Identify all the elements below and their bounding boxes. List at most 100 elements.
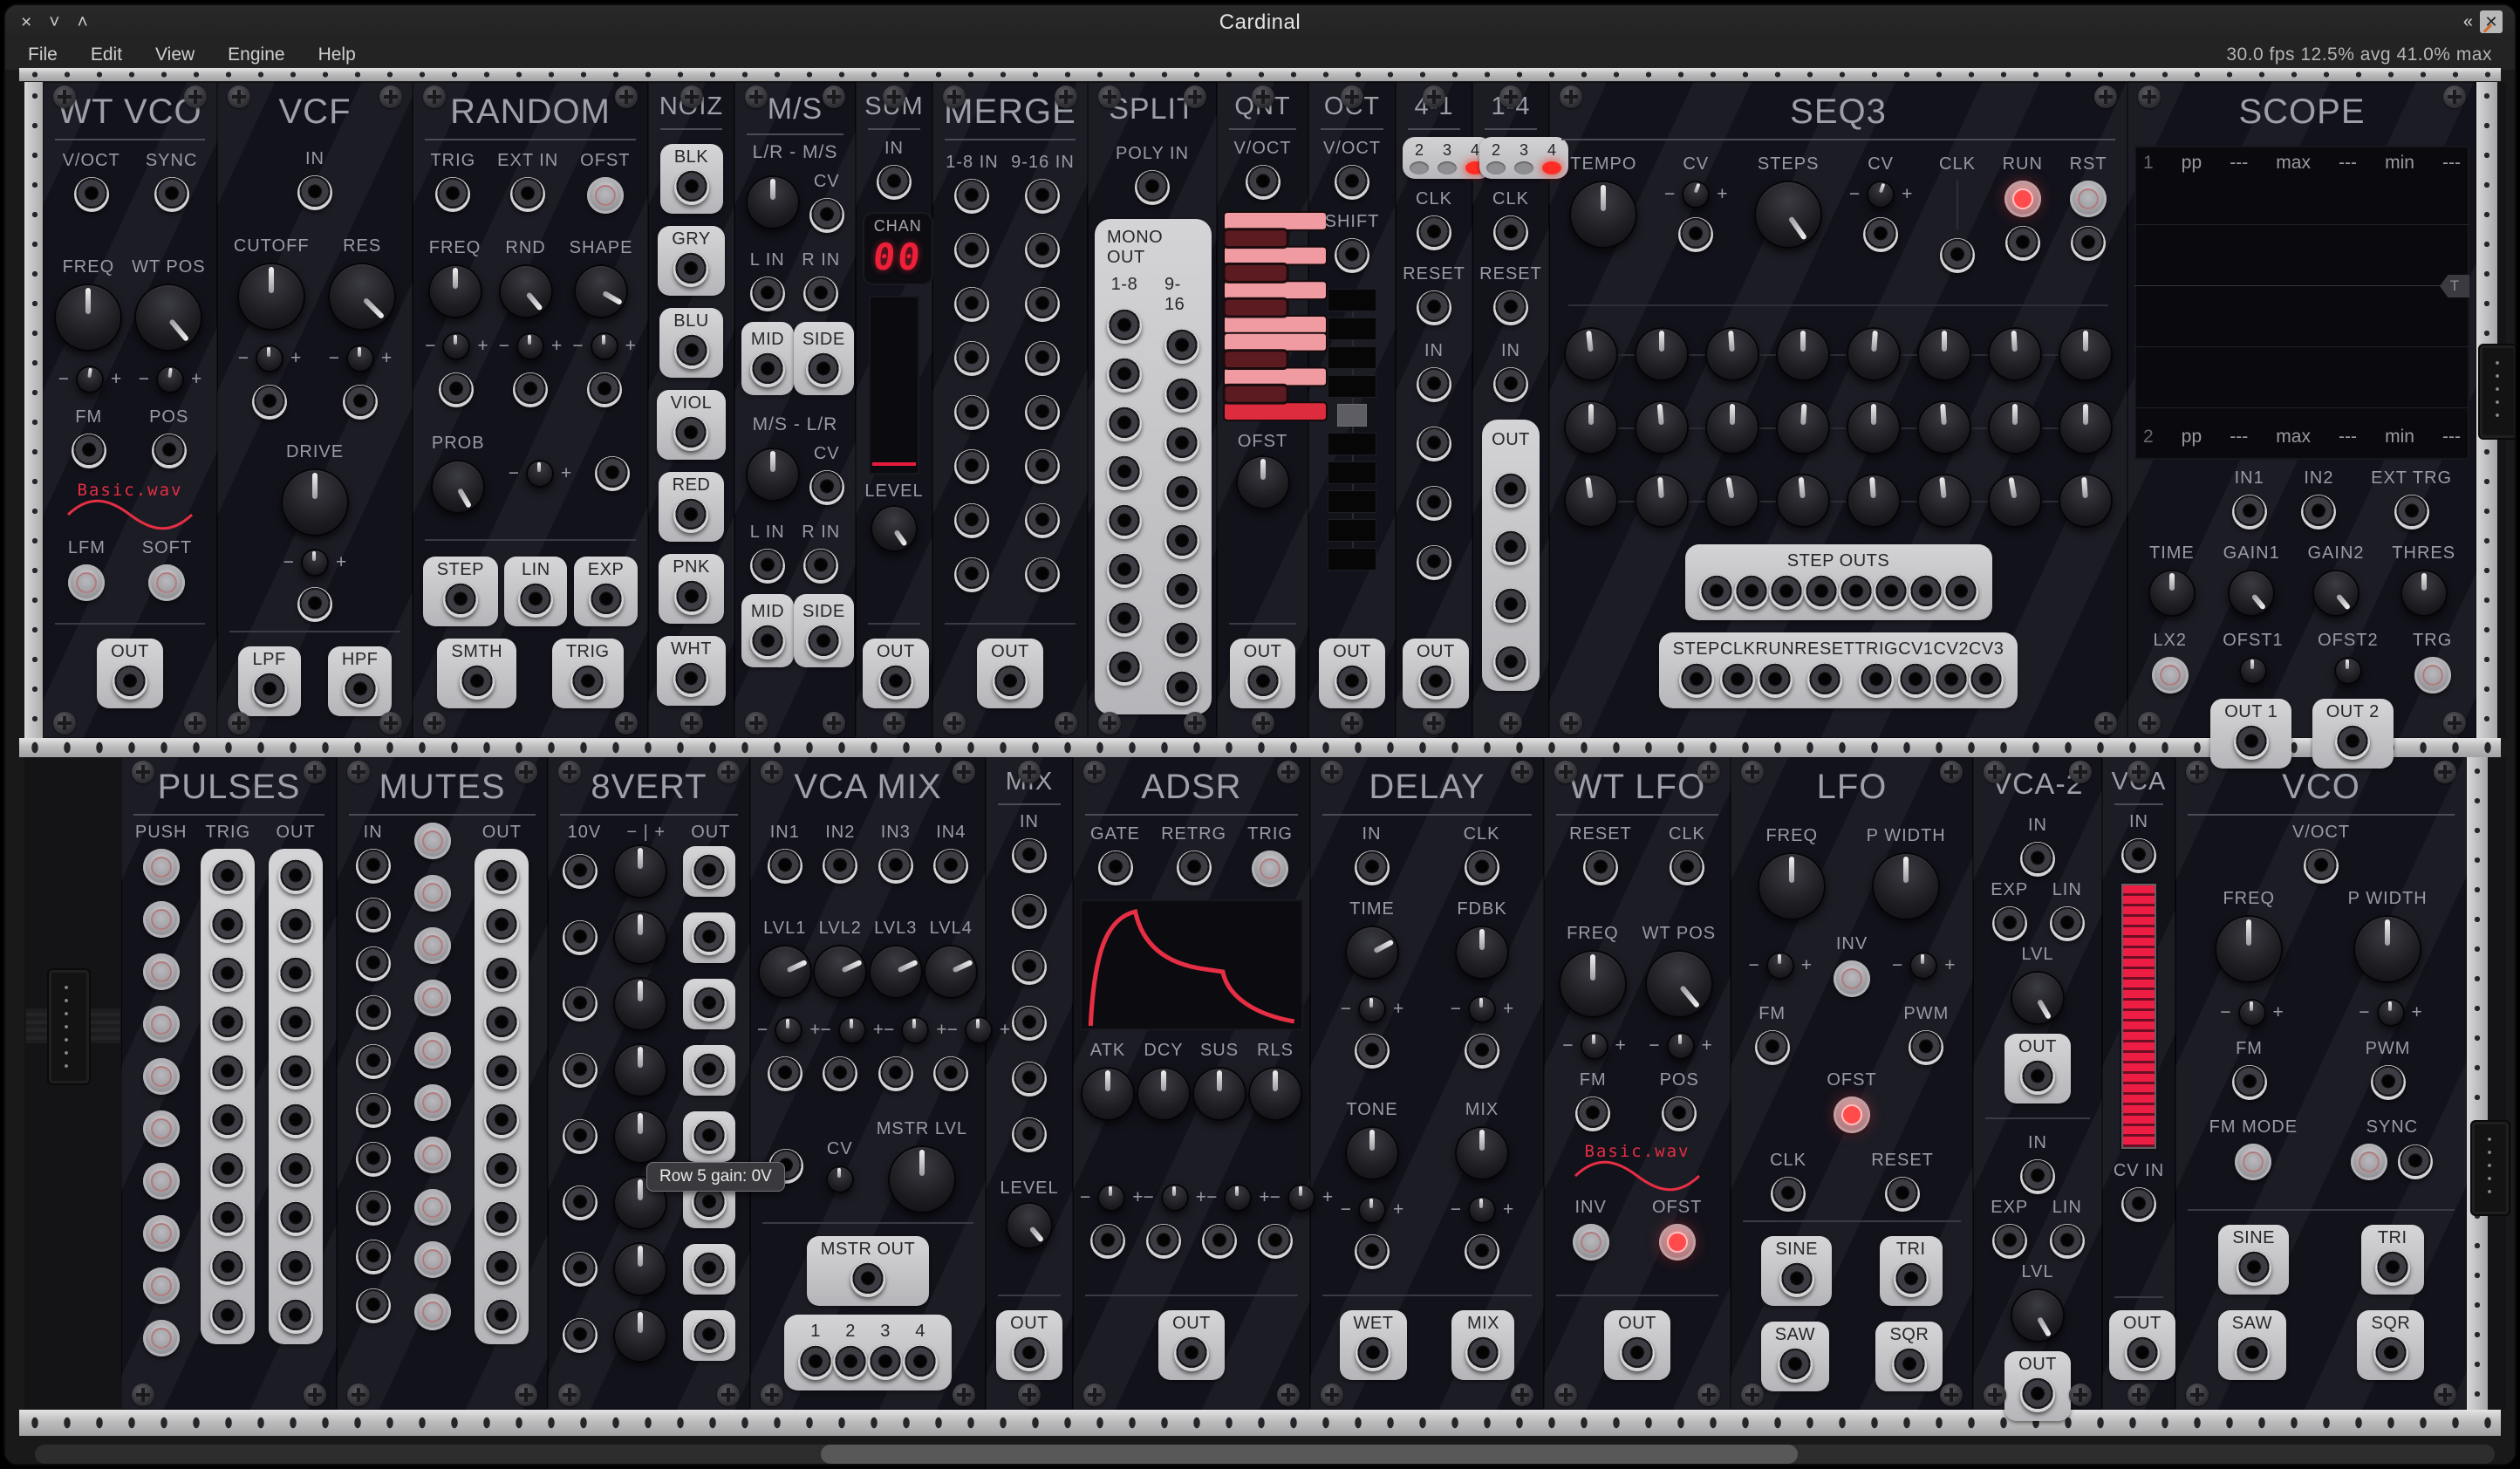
pulses-push-7-button[interactable]	[143, 1163, 180, 1199]
pulses-out-8-jack[interactable]	[278, 1201, 313, 1236]
vca-mix-in3-jack[interactable]	[878, 849, 913, 884]
vca-mix-knob-knob[interactable]	[826, 1165, 854, 1193]
vert8-jack-jack[interactable]	[563, 920, 598, 955]
mutes-btn-2-button[interactable]	[414, 875, 451, 912]
seq3-jack-jack[interactable]	[1943, 575, 1978, 610]
vca-mix-trim-knob[interactable]	[838, 1016, 866, 1044]
pulses-trig-8-jack[interactable]	[210, 1201, 245, 1236]
split-1-8-3-jack[interactable]	[1107, 407, 1142, 441]
vert8-knob-knob[interactable]	[613, 911, 667, 965]
mutes-out-1-jack[interactable]	[484, 859, 519, 894]
mutes-out-3-jack[interactable]	[484, 957, 519, 992]
vert8-knob-knob[interactable]	[613, 977, 667, 1031]
mix41-in-1-jack[interactable]	[1417, 367, 1451, 402]
seq3-knob-knob[interactable]	[1635, 327, 1689, 381]
seq3-trim-knob[interactable]	[1682, 181, 1710, 208]
vert8-knob-knob[interactable]	[613, 1110, 667, 1164]
vco-pwm-jack[interactable]	[2371, 1065, 2406, 1100]
seq3-jack-jack[interactable]	[1678, 217, 1713, 252]
delay-jack-jack[interactable]	[1465, 1034, 1499, 1069]
split-9-16-4-jack[interactable]	[1164, 475, 1199, 510]
mutes-out-2-jack[interactable]	[484, 908, 519, 943]
seq3-knob-knob[interactable]	[1917, 400, 1971, 454]
random-jack-jack[interactable]	[587, 372, 622, 407]
wt-vco-out-jack[interactable]	[113, 665, 147, 700]
vert8-out-jack[interactable]	[692, 1119, 727, 1154]
pulses-trig-6-jack[interactable]	[210, 1103, 245, 1138]
mix41-out-jack[interactable]	[1418, 665, 1453, 700]
vert8-out-jack[interactable]	[692, 1053, 727, 1088]
mutes-btn-8-button[interactable]	[414, 1189, 451, 1226]
ms-side-jack[interactable]	[806, 352, 841, 387]
merge-9-16-in-3-jack[interactable]	[1025, 287, 1060, 322]
lfo-p-width-knob[interactable]	[1872, 852, 1940, 920]
vcf-lpf-jack[interactable]	[252, 673, 287, 707]
menu-item-view[interactable]: View	[155, 44, 195, 65]
mutes-btn-7-button[interactable]	[414, 1137, 451, 1173]
mutes-in-6-jack[interactable]	[356, 1093, 391, 1128]
mix41-reset-jack[interactable]	[1417, 290, 1451, 325]
wt-lfo-out-jack[interactable]	[1620, 1336, 1655, 1371]
random-step-jack[interactable]	[443, 583, 478, 618]
scope-out-1-jack[interactable]	[2234, 725, 2269, 760]
pulses-push-10-button[interactable]	[143, 1320, 180, 1356]
mix41-in-4-jack[interactable]	[1417, 545, 1451, 580]
qnt-v-oct-jack[interactable]	[1246, 165, 1280, 200]
random-rnd-knob[interactable]	[499, 264, 553, 318]
vcf-jack-jack[interactable]	[297, 587, 332, 622]
random-ext-in-jack[interactable]	[510, 177, 545, 212]
split14-jack-4-jack[interactable]	[1493, 646, 1528, 680]
menu-item-engine[interactable]: Engine	[228, 44, 284, 65]
scope-in2-jack[interactable]	[2301, 495, 2336, 530]
seq3-trim-knob[interactable]	[1867, 181, 1895, 208]
split-9-16-2-jack[interactable]	[1164, 378, 1199, 413]
seq3-button-button[interactable]	[2004, 181, 2041, 217]
scope-lx2-button[interactable]	[2152, 657, 2189, 694]
adsr-dcy-knob[interactable]	[1137, 1067, 1191, 1121]
seq3-knob-knob[interactable]	[1988, 474, 2042, 528]
mutes-btn-1-button[interactable]	[414, 823, 451, 859]
mutes-btn-9-button[interactable]	[414, 1241, 451, 1278]
vert8-knob-knob[interactable]	[613, 1043, 667, 1097]
seq3-knob-knob[interactable]	[1635, 474, 1689, 528]
lfo-trim-knob[interactable]	[1766, 952, 1794, 980]
vca-2-exp-jack[interactable]	[1992, 1224, 2027, 1259]
split-9-16-1-jack[interactable]	[1164, 329, 1199, 364]
seq3-jack-jack[interactable]	[1769, 575, 1804, 610]
vco-freq-knob[interactable]	[2215, 915, 2283, 983]
close-plugin-icon[interactable]: ✕	[2480, 10, 2503, 33]
random-ofst-button[interactable]	[587, 177, 624, 214]
lfo-clk-jack[interactable]	[1771, 1177, 1806, 1212]
qnt-knob-knob[interactable]	[1236, 455, 1290, 509]
mutes-out-4-jack[interactable]	[484, 1006, 519, 1041]
mutes-btn-3-button[interactable]	[414, 927, 451, 964]
lfo-fm-jack[interactable]	[1755, 1030, 1790, 1065]
pulses-push-8-button[interactable]	[143, 1215, 180, 1252]
seq3-knob-knob[interactable]	[1988, 327, 2042, 381]
mutes-out-6-jack[interactable]	[484, 1103, 519, 1138]
seq3-knob-knob[interactable]	[2059, 400, 2113, 454]
scope-knob-knob[interactable]	[2334, 657, 2362, 685]
noiz-red-jack[interactable]	[673, 498, 708, 533]
mutes-in-1-jack[interactable]	[356, 849, 391, 884]
split-poly-in-jack[interactable]	[1135, 170, 1170, 205]
pulses-out-6-jack[interactable]	[278, 1103, 313, 1138]
split-9-16-7-jack[interactable]	[1164, 622, 1199, 657]
random-prob-knob[interactable]	[431, 460, 485, 514]
vca-out-jack[interactable]	[2125, 1336, 2160, 1371]
scope-time-knob[interactable]	[2148, 570, 2196, 617]
lfo-sine-jack[interactable]	[1779, 1262, 1814, 1297]
vert8-jack-jack[interactable]	[563, 1185, 598, 1220]
merge-1-8-in-4-jack[interactable]	[954, 341, 989, 376]
merge-1-8-in-6-jack[interactable]	[954, 449, 989, 484]
random-jack-jack[interactable]	[439, 372, 474, 407]
mutes-in-2-jack[interactable]	[356, 898, 391, 933]
vca-2-in-jack[interactable]	[2020, 842, 2055, 877]
wt-lfo-ofst-button[interactable]	[1659, 1224, 1696, 1261]
mutes-in-7-jack[interactable]	[356, 1142, 391, 1177]
random-jack-jack[interactable]	[595, 456, 630, 491]
random-trim-knob[interactable]	[591, 332, 618, 360]
merge-9-16-in-1-jack[interactable]	[1025, 179, 1060, 214]
merge-1-8-in-1-jack[interactable]	[954, 179, 989, 214]
sum-knob-knob[interactable]	[871, 505, 918, 552]
